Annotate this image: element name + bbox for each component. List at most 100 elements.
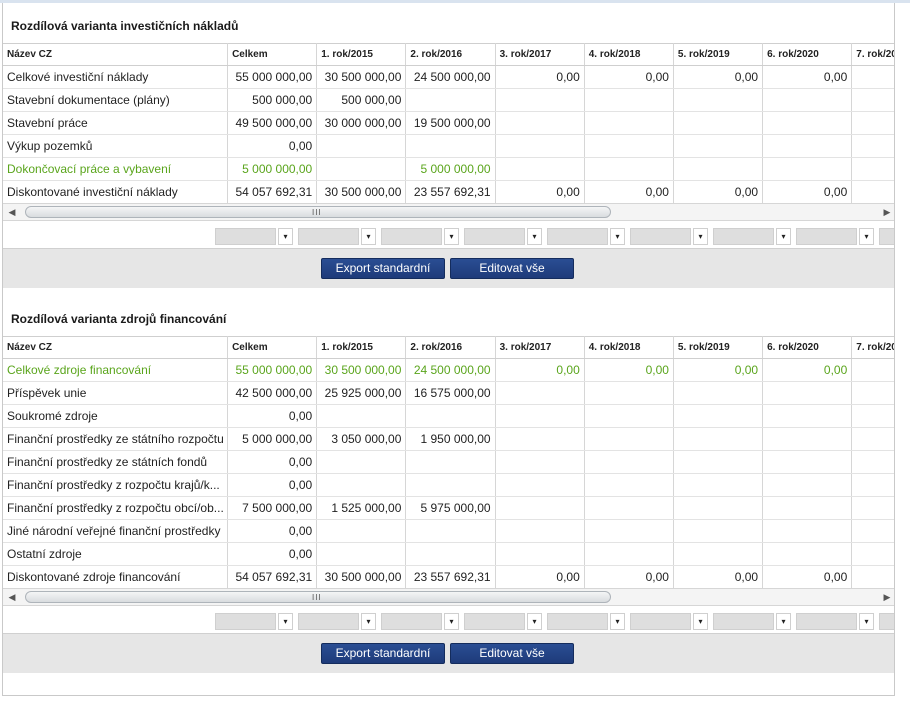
- column-filter[interactable]: ▾: [381, 613, 461, 630]
- table-row[interactable]: Dokončovací práce a vybavení 5 000 000,00…: [3, 157, 894, 181]
- column-filter[interactable]: ▾: [298, 613, 378, 630]
- scroll-left-arrow-icon[interactable]: ◀: [3, 589, 21, 605]
- value-cell: [584, 496, 674, 520]
- column-header[interactable]: Celkem: [227, 336, 318, 359]
- column-header[interactable]: 2. rok/2016: [405, 336, 496, 359]
- table-row[interactable]: Stavební práce 49 500 000,00 30 000 000,00…: [3, 111, 894, 135]
- table-row[interactable]: Diskontované zdroje financování 54 057 69…: [3, 565, 894, 589]
- filter-input[interactable]: [713, 228, 774, 245]
- table-row[interactable]: Jiné národní veřejné finanční prostředky…: [3, 519, 894, 543]
- column-filter[interactable]: ▾: [879, 613, 894, 630]
- filter-input[interactable]: [381, 228, 442, 245]
- column-filter[interactable]: ▾: [713, 613, 793, 630]
- column-filter[interactable]: ▾: [464, 228, 544, 245]
- column-filter[interactable]: ▾: [215, 613, 295, 630]
- column-header[interactable]: 4. rok/2018: [584, 43, 674, 66]
- filter-input[interactable]: [796, 228, 857, 245]
- export-standard-button[interactable]: Export standardní: [321, 258, 445, 279]
- dropdown-arrow-icon[interactable]: ▾: [610, 228, 625, 245]
- filter-input[interactable]: [796, 613, 857, 630]
- column-filter[interactable]: ▾: [879, 228, 894, 245]
- column-filter[interactable]: ▾: [464, 613, 544, 630]
- funding-horizontal-scrollbar[interactable]: ◀ III ▶: [3, 588, 894, 606]
- dropdown-arrow-icon[interactable]: ▾: [693, 613, 708, 630]
- table-row[interactable]: Stavební dokumentace (plány) 500 000,00 50…: [3, 88, 894, 112]
- column-header[interactable]: 6. rok/2020: [762, 43, 853, 66]
- dropdown-arrow-icon[interactable]: ▾: [527, 613, 542, 630]
- table-row[interactable]: Finanční prostředky ze státního rozpočtu…: [3, 427, 894, 451]
- table-row[interactable]: Celkové investiční náklady 55 000 000,00 3…: [3, 65, 894, 89]
- filter-input[interactable]: [215, 613, 276, 630]
- export-standard-button[interactable]: Export standardní: [321, 643, 445, 664]
- column-header[interactable]: 2. rok/2016: [405, 43, 496, 66]
- scroll-right-arrow-icon[interactable]: ▶: [878, 589, 894, 605]
- filter-input[interactable]: [215, 228, 276, 245]
- column-header[interactable]: 7. rok/2021: [851, 336, 894, 359]
- column-filter[interactable]: ▾: [630, 613, 710, 630]
- table-row[interactable]: Soukromé zdroje 0,00: [3, 404, 894, 428]
- table-row[interactable]: Diskontované investiční náklady 54 057 69…: [3, 180, 894, 204]
- column-filter[interactable]: ▾: [796, 228, 876, 245]
- filter-input[interactable]: [381, 613, 442, 630]
- filter-input[interactable]: [464, 228, 525, 245]
- column-header[interactable]: 4. rok/2018: [584, 336, 674, 359]
- filter-input[interactable]: [879, 613, 894, 630]
- dropdown-arrow-icon[interactable]: ▾: [776, 613, 791, 630]
- table-row[interactable]: Finanční prostředky z rozpočtu obcí/ob..…: [3, 496, 894, 520]
- edit-all-button[interactable]: Editovat vše: [450, 258, 574, 279]
- column-filter[interactable]: ▾: [630, 228, 710, 245]
- scroll-right-arrow-icon[interactable]: ▶: [878, 204, 894, 220]
- column-header[interactable]: 3. rok/2017: [495, 43, 585, 66]
- table-row[interactable]: Příspěvek unie 42 500 000,00 25 925 000,00…: [3, 381, 894, 405]
- column-filter[interactable]: ▾: [713, 228, 793, 245]
- column-header[interactable]: Celkem: [227, 43, 318, 66]
- dropdown-arrow-icon[interactable]: ▾: [610, 613, 625, 630]
- column-filter[interactable]: ▾: [796, 613, 876, 630]
- table-row[interactable]: Ostatní zdroje 0,00: [3, 542, 894, 566]
- investment-horizontal-scrollbar[interactable]: ◀ III ▶: [3, 203, 894, 221]
- column-header[interactable]: 6. rok/2020: [762, 336, 853, 359]
- filter-input[interactable]: [298, 613, 359, 630]
- column-header[interactable]: Název CZ: [3, 43, 229, 66]
- column-header[interactable]: 7. rok/2021: [851, 43, 894, 66]
- column-filter[interactable]: ▾: [547, 228, 627, 245]
- column-filter[interactable]: ▾: [547, 613, 627, 630]
- filter-input[interactable]: [464, 613, 525, 630]
- scroll-left-arrow-icon[interactable]: ◀: [3, 204, 21, 220]
- filter-input[interactable]: [630, 228, 691, 245]
- column-filter[interactable]: ▾: [381, 228, 461, 245]
- column-header[interactable]: 5. rok/2019: [673, 43, 764, 66]
- table-row[interactable]: Finanční prostředky ze státních fondů 0,0…: [3, 450, 894, 474]
- dropdown-arrow-icon[interactable]: ▾: [361, 228, 376, 245]
- column-header[interactable]: 5. rok/2019: [673, 336, 764, 359]
- dropdown-arrow-icon[interactable]: ▾: [444, 228, 459, 245]
- filter-input[interactable]: [298, 228, 359, 245]
- dropdown-arrow-icon[interactable]: ▾: [527, 228, 542, 245]
- column-header[interactable]: 1. rok/2015: [316, 336, 407, 359]
- filter-input[interactable]: [879, 228, 894, 245]
- scrollbar-thumb[interactable]: III: [25, 206, 611, 218]
- filter-input[interactable]: [713, 613, 774, 630]
- dropdown-arrow-icon[interactable]: ▾: [859, 228, 874, 245]
- column-filter[interactable]: ▾: [215, 228, 295, 245]
- dropdown-arrow-icon[interactable]: ▾: [361, 613, 376, 630]
- edit-all-button[interactable]: Editovat vše: [450, 643, 574, 664]
- dropdown-arrow-icon[interactable]: ▾: [278, 228, 293, 245]
- column-header[interactable]: 3. rok/2017: [495, 336, 585, 359]
- table-row[interactable]: Výkup pozemků 0,00: [3, 134, 894, 158]
- scrollbar-thumb[interactable]: III: [25, 591, 611, 603]
- filter-input[interactable]: [630, 613, 691, 630]
- filter-input[interactable]: [547, 613, 608, 630]
- dropdown-arrow-icon[interactable]: ▾: [776, 228, 791, 245]
- column-header[interactable]: 1. rok/2015: [316, 43, 407, 66]
- filter-input[interactable]: [547, 228, 608, 245]
- dropdown-arrow-icon[interactable]: ▾: [693, 228, 708, 245]
- table-row[interactable]: Celkové zdroje financování 55 000 000,00 3…: [3, 358, 894, 382]
- column-header[interactable]: Název CZ: [3, 336, 229, 359]
- table-row[interactable]: Finanční prostředky z rozpočtu krajů/k..…: [3, 473, 894, 497]
- column-filter[interactable]: ▾: [298, 228, 378, 245]
- dropdown-arrow-icon[interactable]: ▾: [859, 613, 874, 630]
- dropdown-arrow-icon[interactable]: ▾: [444, 613, 459, 630]
- dropdown-arrow-icon[interactable]: ▾: [278, 613, 293, 630]
- row-label: Ostatní zdroje: [3, 542, 229, 566]
